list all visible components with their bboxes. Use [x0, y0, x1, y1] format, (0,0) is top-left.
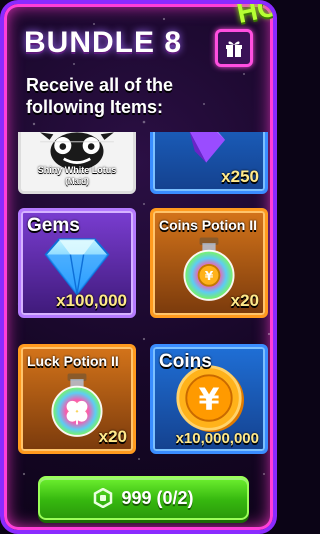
svg-text:¥: ¥ [198, 382, 219, 417]
corner-badge: HO [234, 0, 277, 30]
item-quantity: x10,000,000 [175, 430, 259, 447]
gift-icon [226, 41, 242, 57]
item-name: Luck Potion II [27, 353, 119, 369]
bundle-subtitle: Receive all of the following Items: [26, 75, 174, 117]
item-variant: (Maid) [65, 177, 89, 186]
item-card-purple-gems[interactable]: x250 [150, 132, 268, 194]
item-quantity: x20 [230, 291, 259, 310]
item-name: Gems [27, 215, 80, 236]
svg-text:¥: ¥ [205, 269, 214, 283]
robux-icon [94, 488, 113, 508]
purchase-price-label: 999 (0/2) [121, 487, 194, 508]
item-name: Coins Potion II [159, 217, 257, 233]
gift-button[interactable] [215, 29, 253, 67]
bundle-panel: HO BUNDLE 8 Receive all of the following… [0, 0, 277, 534]
item-name: Coins [159, 351, 212, 372]
purchase-button[interactable]: 999 (0/2) [38, 476, 249, 520]
item-quantity: x100,000 [56, 291, 127, 310]
item-card-lotus[interactable]: Shiny White Lotus (Maid) [18, 132, 136, 194]
item-card-luck-potion[interactable]: Luck Potion II x20 [18, 344, 136, 454]
item-card-coins-potion[interactable]: ¥ Coins Potion II x20 [150, 208, 268, 318]
item-quantity: x250 [221, 167, 259, 186]
item-card-coins[interactable]: ¥ Coins x10,000,000 [150, 344, 268, 454]
items-grid[interactable]: Shiny White Lotus (Maid) x250 Gems x100,… [14, 132, 271, 464]
item-quantity: x20 [98, 427, 127, 446]
item-card-gems[interactable]: Gems x100,000 [18, 208, 136, 318]
item-name: Shiny White Lotus [37, 165, 117, 175]
bundle-title: BUNDLE 8 [24, 26, 183, 59]
